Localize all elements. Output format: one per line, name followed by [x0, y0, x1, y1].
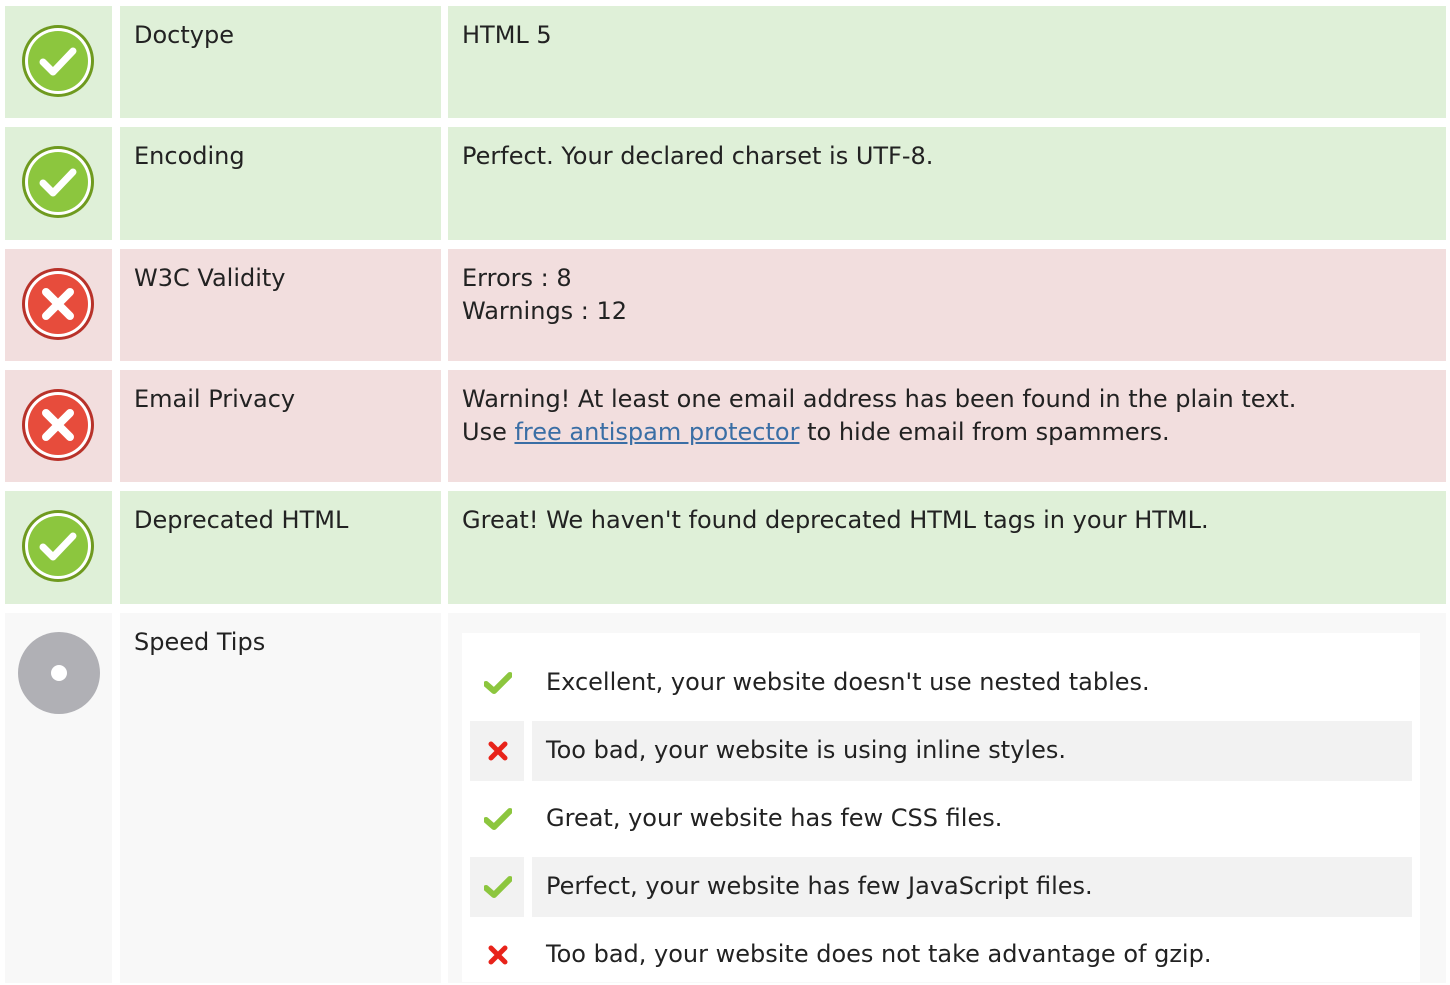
check-icon	[483, 875, 513, 899]
list-item: Too bad, your website is using inline st…	[470, 721, 1412, 781]
check-name: Deprecated HTML	[134, 506, 349, 534]
check-name: W3C Validity	[134, 264, 286, 292]
tip-text: Excellent, your website doesn't use nest…	[546, 668, 1150, 696]
check-name-cell: Doctype	[120, 6, 441, 118]
report-row-deprecated-html: Deprecated HTML Great! We haven't found …	[5, 491, 1446, 604]
report-row-encoding: Encoding Perfect. Your declared charset …	[5, 127, 1446, 240]
check-result-cell: Excellent, your website doesn't use nest…	[448, 613, 1446, 983]
seo-report: Doctype HTML 5 Encoding Perfect. Your de…	[0, 0, 1450, 983]
email-warning-text: Warning! At least one email address has …	[462, 385, 1297, 413]
check-name: Email Privacy	[134, 385, 296, 413]
status-cell	[5, 6, 112, 118]
email-advice-text: Use free antispam protector to hide emai…	[462, 416, 1416, 449]
cross-icon	[484, 943, 512, 967]
warnings-count: Warnings : 12	[462, 297, 628, 325]
list-item: Great, your website has few CSS files.	[470, 789, 1412, 849]
check-result-cell: Warning! At least one email address has …	[448, 370, 1446, 482]
advice-suffix: to hide email from spammers.	[799, 418, 1170, 446]
tip-text: Great, your website has few CSS files.	[546, 804, 1003, 832]
check-circle-icon	[21, 509, 95, 583]
check-result: Perfect. Your declared charset is UTF-8.	[462, 142, 934, 170]
status-cell	[5, 613, 112, 983]
list-item: Too bad, your website does not take adva…	[470, 925, 1412, 985]
check-circle-icon	[21, 24, 95, 98]
errors-count: Errors : 8	[462, 264, 572, 292]
check-result: Great! We haven't found deprecated HTML …	[462, 506, 1209, 534]
x-circle-icon	[21, 267, 95, 341]
check-result-cell: Errors : 8 Warnings : 12	[448, 249, 1446, 361]
check-name-cell: Email Privacy	[120, 370, 441, 482]
check-name-cell: Deprecated HTML	[120, 491, 441, 604]
report-row-doctype: Doctype HTML 5	[5, 6, 1446, 118]
speed-tips-list: Excellent, your website doesn't use nest…	[462, 633, 1420, 982]
check-name: Encoding	[134, 142, 245, 170]
report-row-email-privacy: Email Privacy Warning! At least one emai…	[5, 370, 1446, 482]
neutral-circle-icon	[18, 632, 100, 714]
tip-text: Too bad, your website is using inline st…	[546, 736, 1066, 764]
list-item: Excellent, your website doesn't use nest…	[470, 653, 1412, 713]
report-row-speed-tips: Speed Tips Excellent, your website doesn…	[5, 613, 1446, 983]
tip-text: Perfect, your website has few JavaScript…	[546, 872, 1093, 900]
check-icon	[483, 807, 513, 831]
status-cell	[5, 127, 112, 240]
check-name-cell: W3C Validity	[120, 249, 441, 361]
x-circle-icon	[21, 388, 95, 462]
cross-icon	[484, 739, 512, 763]
check-name: Doctype	[134, 21, 234, 49]
antispam-protector-link[interactable]: free antispam protector	[514, 418, 799, 446]
status-cell	[5, 370, 112, 482]
check-result-cell: Perfect. Your declared charset is UTF-8.	[448, 127, 1446, 240]
check-name: Speed Tips	[134, 628, 266, 656]
tip-text: Too bad, your website does not take adva…	[546, 940, 1212, 968]
report-row-w3c-validity: W3C Validity Errors : 8 Warnings : 12	[5, 249, 1446, 361]
check-result: HTML 5	[462, 21, 552, 49]
check-icon	[483, 671, 513, 695]
check-name-cell: Speed Tips	[120, 613, 441, 983]
check-result-cell: HTML 5	[448, 6, 1446, 118]
advice-prefix: Use	[462, 418, 515, 446]
status-cell	[5, 491, 112, 604]
check-name-cell: Encoding	[120, 127, 441, 240]
check-result-cell: Great! We haven't found deprecated HTML …	[448, 491, 1446, 604]
check-circle-icon	[21, 145, 95, 219]
status-cell	[5, 249, 112, 361]
list-item: Perfect, your website has few JavaScript…	[470, 857, 1412, 917]
